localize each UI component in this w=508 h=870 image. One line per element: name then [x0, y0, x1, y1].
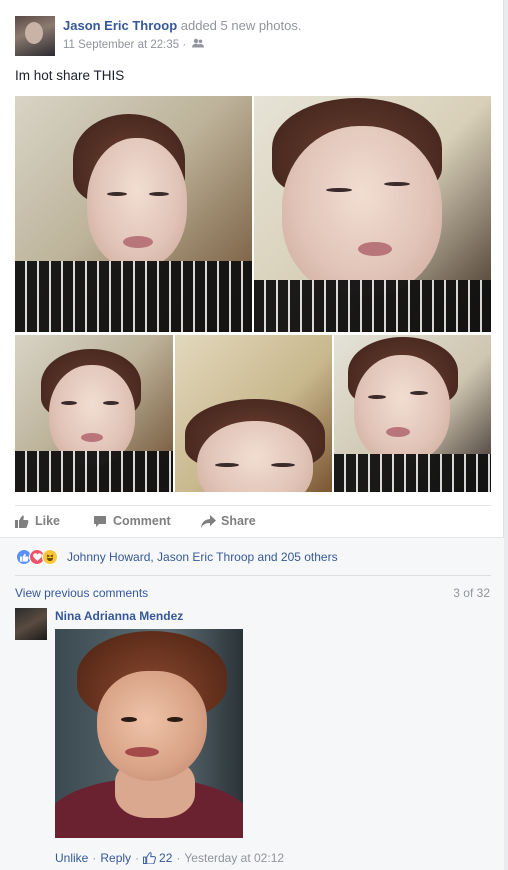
like-label: Like	[35, 514, 61, 528]
share-label: Share	[221, 514, 256, 528]
comment-icon	[93, 515, 107, 528]
post-photo-1[interactable]	[15, 96, 252, 332]
thumbs-up-icon	[15, 515, 29, 528]
thumbs-up-outline-icon[interactable]	[143, 852, 156, 864]
unlike-link[interactable]: Unlike	[55, 851, 88, 865]
comments-section: View previous comments 3 of 32 Nina Adri…	[0, 575, 504, 870]
post-header: Jason Eric Throop added 5 new photos.	[63, 18, 301, 33]
friends-icon[interactable]	[192, 38, 205, 51]
comment-footer: Unlike · Reply · 22 · Yesterday at 02:12	[55, 851, 285, 865]
comment-photo[interactable]	[55, 629, 243, 838]
commenter-avatar[interactable]	[15, 608, 47, 640]
post-photo-5[interactable]	[334, 335, 491, 492]
comment-label: Comment	[113, 514, 171, 528]
comment-count: 3 of 32	[453, 586, 490, 600]
post-photo-3[interactable]	[15, 335, 173, 492]
author-avatar[interactable]	[15, 16, 55, 56]
share-button[interactable]: Share	[201, 514, 256, 528]
like-button[interactable]: Like	[15, 514, 60, 528]
reaction-icons[interactable]	[16, 549, 58, 565]
comment-timestamp[interactable]: Yesterday at 02:12	[184, 851, 284, 865]
post-photo-2[interactable]	[254, 96, 491, 332]
reactions-bar: Johnny Howard, Jason Eric Throop and 205…	[0, 537, 504, 575]
share-arrow-icon	[201, 514, 216, 528]
view-previous-comments-link[interactable]: View previous comments	[15, 586, 148, 600]
post-meta: 11 September at 22:35 ·	[63, 38, 205, 51]
post-actions: Like Comment Share	[15, 505, 491, 537]
post-card: Jason Eric Throop added 5 new photos. 11…	[0, 0, 504, 870]
haha-reaction-icon	[42, 549, 58, 565]
post-photo-4[interactable]	[175, 335, 332, 492]
post-status-text: Im hot share THIS	[15, 68, 125, 83]
post-action-text: added 5 new photos.	[180, 18, 302, 33]
divider	[15, 575, 491, 576]
reaction-summary[interactable]: Johnny Howard, Jason Eric Throop and 205…	[67, 550, 338, 564]
post-timestamp[interactable]: 11 September at 22:35	[63, 39, 179, 51]
reply-link[interactable]: Reply	[100, 851, 131, 865]
comment-button[interactable]: Comment	[93, 514, 171, 528]
comment-like-count[interactable]: 22	[159, 851, 172, 865]
commenter-name[interactable]: Nina Adrianna Mendez	[55, 609, 183, 623]
author-name[interactable]: Jason Eric Throop	[63, 18, 177, 33]
